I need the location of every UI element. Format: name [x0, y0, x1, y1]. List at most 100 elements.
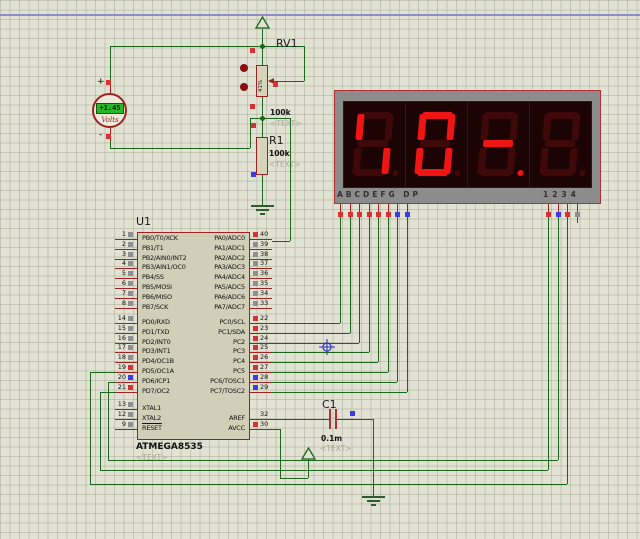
- display-pin-stub[interactable]: [548, 204, 549, 212]
- wire[interactable]: [110, 148, 250, 149]
- resistor-body[interactable]: [256, 137, 268, 175]
- pin-number: 39: [260, 239, 269, 248]
- display-pin-stub[interactable]: [397, 204, 398, 212]
- display-pin-stub[interactable]: [340, 204, 341, 212]
- wire[interactable]: [100, 470, 548, 471]
- pin-number: 36: [260, 269, 269, 278]
- pot-value-label[interactable]: 100k: [270, 108, 291, 117]
- pin-number: 18: [117, 353, 126, 362]
- capacitor-plate[interactable]: [335, 409, 337, 429]
- capacitor-value-label[interactable]: 0.1m: [321, 434, 342, 443]
- logic-state-indicator: [253, 241, 258, 247]
- pin-number: 22: [260, 314, 269, 322]
- logic-state-indicator: [251, 123, 256, 128]
- display-pin-stub[interactable]: [557, 204, 559, 212]
- wire[interactable]: [272, 429, 280, 430]
- voltmeter-plus-label: +: [97, 77, 105, 87]
- pin-number: 32: [260, 409, 269, 418]
- wire[interactable]: [304, 46, 305, 81]
- pin-stub[interactable]: [115, 428, 137, 430]
- wire[interactable]: [352, 419, 373, 420]
- logic-state-indicator: [253, 365, 258, 370]
- power-arrow-icon[interactable]: [301, 447, 316, 460]
- pin-label: PA7/ADC7: [214, 302, 245, 311]
- pin-number: 6: [121, 279, 126, 287]
- wire[interactable]: [290, 118, 291, 241]
- display-pin-stub[interactable]: [406, 204, 408, 212]
- display-pin-stub[interactable]: [359, 204, 360, 212]
- pin-stub[interactable]: [115, 307, 137, 309]
- sheet-border-line: [0, 14, 640, 16]
- pin-label: AREF: [228, 413, 245, 422]
- wire[interactable]: [90, 372, 91, 484]
- wire[interactable]: [280, 429, 281, 478]
- wire[interactable]: [397, 217, 398, 382]
- display-pin-stub[interactable]: [576, 204, 578, 212]
- wire[interactable]: [359, 217, 360, 343]
- wire[interactable]: [340, 217, 341, 323]
- pin-number: 1: [121, 230, 126, 238]
- wire[interactable]: [373, 419, 374, 496]
- pin-number: 37: [260, 259, 269, 268]
- wire[interactable]: [349, 217, 351, 333]
- logic-state-indicator: [106, 80, 111, 85]
- logic-state-indicator: [574, 212, 580, 217]
- wire[interactable]: [262, 175, 263, 205]
- display-pin-stub[interactable]: [368, 204, 370, 212]
- wire[interactable]: [378, 217, 379, 363]
- wire[interactable]: [406, 217, 408, 392]
- wire[interactable]: [100, 392, 115, 393]
- mcu-ref-label[interactable]: U1: [136, 215, 151, 228]
- wire[interactable]: [272, 323, 340, 324]
- wire[interactable]: [90, 484, 567, 485]
- segment-F: [479, 114, 490, 140]
- pin-stub[interactable]: [250, 391, 272, 393]
- wire[interactable]: [108, 460, 558, 461]
- pot-increment-button[interactable]: [240, 64, 248, 72]
- resistor-value-label[interactable]: 100k: [269, 149, 290, 158]
- display-pin-stub[interactable]: [378, 204, 379, 212]
- pin-label: PA1/ADC1: [214, 243, 245, 252]
- logic-state-indicator: [128, 411, 133, 417]
- wire[interactable]: [280, 478, 308, 479]
- wire[interactable]: [558, 217, 559, 460]
- wire[interactable]: [110, 46, 263, 47]
- wire[interactable]: [308, 459, 309, 478]
- resistor-ref-label[interactable]: R1: [269, 134, 284, 147]
- pin-label: PA5/ADC5: [214, 283, 245, 291]
- power-arrow-icon[interactable]: [255, 16, 270, 29]
- pin-stub[interactable]: [250, 428, 272, 430]
- wire[interactable]: [272, 381, 397, 383]
- pin-number: 19: [117, 363, 126, 371]
- wire[interactable]: [272, 362, 378, 364]
- pot-ref-label[interactable]: RV1: [276, 37, 298, 50]
- wire[interactable]: [272, 391, 407, 393]
- wire[interactable]: [337, 419, 352, 420]
- pin-stub[interactable]: [115, 391, 137, 393]
- wire[interactable]: [272, 352, 369, 354]
- wire[interactable]: [577, 217, 578, 223]
- display-pin-stub[interactable]: [567, 204, 568, 212]
- capacitor-plate[interactable]: [329, 409, 331, 429]
- wire[interactable]: [272, 332, 350, 334]
- display-pin-stub[interactable]: [349, 204, 351, 212]
- wire[interactable]: [272, 342, 359, 344]
- capacitor-ref-label[interactable]: C1: [322, 398, 337, 411]
- logic-state-indicator: [128, 421, 133, 427]
- wire[interactable]: [368, 217, 370, 353]
- wire[interactable]: [100, 392, 101, 470]
- wire[interactable]: [272, 372, 388, 373]
- wire[interactable]: [387, 217, 389, 372]
- mcu-part-label[interactable]: ATMEGA8535: [136, 442, 203, 452]
- display-pin-stub[interactable]: [387, 204, 389, 212]
- digit-divider: [405, 101, 406, 188]
- wire[interactable]: [548, 217, 549, 470]
- segment-G: [357, 140, 389, 147]
- logic-state-indicator: [128, 271, 133, 277]
- wire[interactable]: [272, 419, 329, 420]
- pot-decrement-button[interactable]: [240, 83, 248, 91]
- pin-stub[interactable]: [250, 307, 272, 309]
- wire[interactable]: [567, 217, 568, 484]
- logic-state-indicator: [128, 335, 133, 341]
- segment-header-label: ABCDEFG DP: [337, 190, 421, 199]
